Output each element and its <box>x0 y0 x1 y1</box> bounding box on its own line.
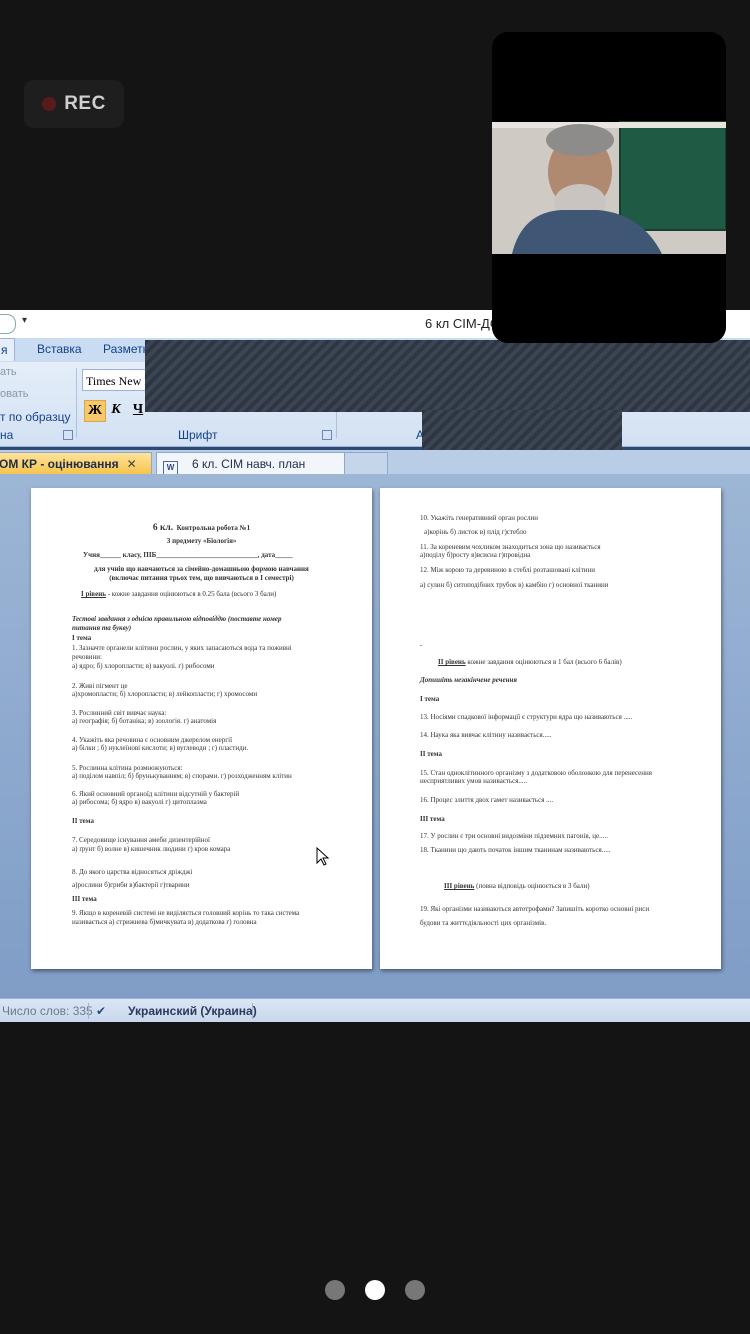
proofing-check-icon[interactable]: ✔ <box>96 999 106 1022</box>
recording-indicator: REC <box>24 80 124 128</box>
doc-heading: ІІІ тема <box>420 815 445 823</box>
doc-title-line: 6 кл. Контрольна робота №1 <box>152 523 251 533</box>
doc-text: а)хромопласти; б) хлоропласти; в) лейкоп… <box>72 690 258 698</box>
bold-button[interactable]: Ж <box>84 400 106 422</box>
quick-access-dropdown-icon[interactable]: ▾ <box>22 315 27 326</box>
doc-text: - <box>420 641 423 649</box>
doc-text: Учня______ класу, ПІБ___________________… <box>83 551 293 559</box>
doc-text: 16. Процес злиття двох гамет називається… <box>420 796 554 804</box>
italic-button[interactable]: К <box>106 400 126 420</box>
doc-text: Допишіть незакінчене речення <box>420 676 517 684</box>
doc-text: а)корінь б) листок в) плід г)стебло <box>424 528 527 536</box>
close-tab-icon[interactable]: ✕ <box>127 457 137 471</box>
doc-text: І рівень - кожне завдання оцінюються в 0… <box>81 590 277 598</box>
word-status-bar: Число слов: 335 ✔ Украинский (Украина) <box>0 998 750 1022</box>
doc-text: а) географія; б) ботаніка; в) зоологія. … <box>72 717 217 725</box>
status-divider <box>88 1003 89 1019</box>
doc-text: а) ядро; б) хлоропласти; в) вакуолі. г) … <box>72 662 215 670</box>
doc-text: питання та букву) <box>72 624 132 632</box>
tab-insert[interactable]: Вставка <box>37 342 82 356</box>
doc-heading: ІІІ тема <box>72 895 97 903</box>
doc-text: 18. Тканини що дають початок іншим ткани… <box>420 846 611 854</box>
doc-text: будови та життєдіяльності цих організмів… <box>420 919 547 927</box>
doc-text: а)рослини б)гриби в)бактерії г)тварини <box>72 881 190 889</box>
word-count[interactable]: Число слов: 335 <box>2 999 93 1022</box>
page-dot[interactable] <box>325 1280 345 1300</box>
doc-text: для учнів що навчаються за сімейно-домаш… <box>94 565 309 573</box>
clipboard-copy[interactable]: овать <box>0 388 28 400</box>
doc-text: 1. Зазначте органели клітини рослин, у я… <box>72 644 292 652</box>
doc-text: 14. Наука яка вивчає клітину називається… <box>420 731 552 739</box>
document-tab-strip: ОМ КР - оцінювання ✕ W 6 кл. СІМ навч. пла… <box>0 450 750 475</box>
doc-text: 7. Середовище існування амеби дизентерій… <box>72 836 210 844</box>
doc-text: З предмету «Біологія» <box>166 537 237 545</box>
doc-text: несприятливих умов називається..... <box>420 777 528 785</box>
participant-video-feed <box>492 121 726 343</box>
clipboard-group-label: на <box>0 428 14 442</box>
clipboard-cut[interactable]: ать <box>0 366 17 378</box>
doc-text: а) сулин б) ситоподібних трубок в) камбі… <box>420 581 609 589</box>
doc-text: 5. Рослинна клітина розмножуються: <box>72 764 183 772</box>
doc-text: 15. Стан одноклітинного організму з дода… <box>420 769 652 777</box>
doc-text: 8. До якого царства відносяться дріжджі <box>72 868 193 876</box>
shared-window-overlay <box>145 340 750 412</box>
doc-text: 10. Укажіть генеративний орган рослин <box>420 514 539 522</box>
status-divider <box>252 1003 253 1019</box>
doc-text: 11. За кореневим чохликом знаходиться зо… <box>420 543 601 551</box>
doc-text: 2. Живі пігмент це <box>72 682 128 690</box>
language-indicator[interactable]: Украинский (Украина) <box>128 999 257 1022</box>
doc-text: ІІ рівень кожне завдання оцінюються в 1 … <box>438 658 622 666</box>
tab-home[interactable]: я <box>0 338 15 361</box>
doc-text: 4. Укажіть яка речовина є основним джере… <box>72 736 233 744</box>
doc-tab-label: 6 кл. СІМ навч. план <box>192 457 306 471</box>
doc-text: 17. У рослин є три основні видозміни під… <box>420 832 608 840</box>
window-title: 6 кл СІМ-ДО <box>425 316 500 331</box>
format-painter[interactable]: т по образцу <box>0 410 70 424</box>
group-divider <box>76 368 77 438</box>
office-button-icon[interactable] <box>0 314 16 334</box>
doc-text: а)поділу б)росту в)всисна г)провідна <box>420 551 531 559</box>
document-page: 6 кл. Контрольна робота №1 З предмету «Б… <box>31 488 372 969</box>
clipboard-launcher-icon[interactable] <box>63 430 73 440</box>
doc-text: 19. Які організми називаються автотрофам… <box>420 905 650 913</box>
doc-tab-label: ОМ КР - оцінювання <box>0 457 119 471</box>
doc-text: речовини: <box>72 653 102 661</box>
page-dot-active[interactable] <box>365 1280 385 1300</box>
mouse-cursor-icon <box>316 847 330 866</box>
doc-text: а) поділом навпіл; б) брунькуванням; в) … <box>72 772 292 780</box>
shared-screen: ▾ 6 кл СІМ-ДО я Вставка Разметк ать оват… <box>0 310 750 1022</box>
recording-dot-icon <box>42 97 57 111</box>
doc-text: (включає питання трьох тем, що вивчаютьс… <box>109 574 294 582</box>
doc-tab[interactable]: W 6 кл. СІМ навч. план <box>156 452 346 475</box>
participant-video[interactable] <box>492 32 726 343</box>
doc-text: називається а) стрижнева б)мичкувата в) … <box>72 918 257 926</box>
document-area[interactable]: 6 кл. Контрольна робота №1 З предмету «Б… <box>0 474 750 998</box>
page-indicator <box>0 1280 750 1300</box>
doc-text: ІІІ рівень (повна відповідь оцінюється в… <box>444 882 590 890</box>
doc-text: Тестові завдання з однією правильною від… <box>72 615 282 623</box>
recording-label: REC <box>64 93 106 114</box>
new-tab-button[interactable] <box>344 452 388 474</box>
tab-layout[interactable]: Разметк <box>103 342 148 356</box>
doc-text: 9. Якщо в кореневій системі не виділяєть… <box>72 909 300 917</box>
doc-heading: ІІ тема <box>72 817 94 825</box>
doc-text: а) ґрунт б) волне в) кишечник людини г) … <box>72 845 231 853</box>
doc-heading: І тема <box>72 634 92 642</box>
page-dot[interactable] <box>405 1280 425 1300</box>
font-group-label: Шрифт <box>178 428 218 442</box>
doc-text: а) рибосома; б) ядро в) вакуолі г) цитоп… <box>72 798 207 806</box>
word-doc-icon: W <box>163 461 178 475</box>
doc-text: 13. Носіями спадкової інформації є струк… <box>420 713 633 721</box>
document-page: 10. Укажіть генеративний орган рослин а)… <box>380 488 721 969</box>
doc-heading: ІІ тема <box>420 750 442 758</box>
doc-text: 12. Між корою та деревиною в стеблі розт… <box>420 566 596 574</box>
doc-tab-active[interactable]: ОМ КР - оцінювання ✕ <box>0 452 152 474</box>
doc-text: а) білки ; б) нуклеїнові кислоти; в) вуг… <box>72 744 249 752</box>
doc-text: 3. Рослинний світ вивчає наука: <box>72 709 167 717</box>
font-launcher-icon[interactable] <box>322 430 332 440</box>
doc-text: 6. Який основний органоїд клітини відсут… <box>72 790 240 798</box>
doc-heading: І тема <box>420 695 440 703</box>
